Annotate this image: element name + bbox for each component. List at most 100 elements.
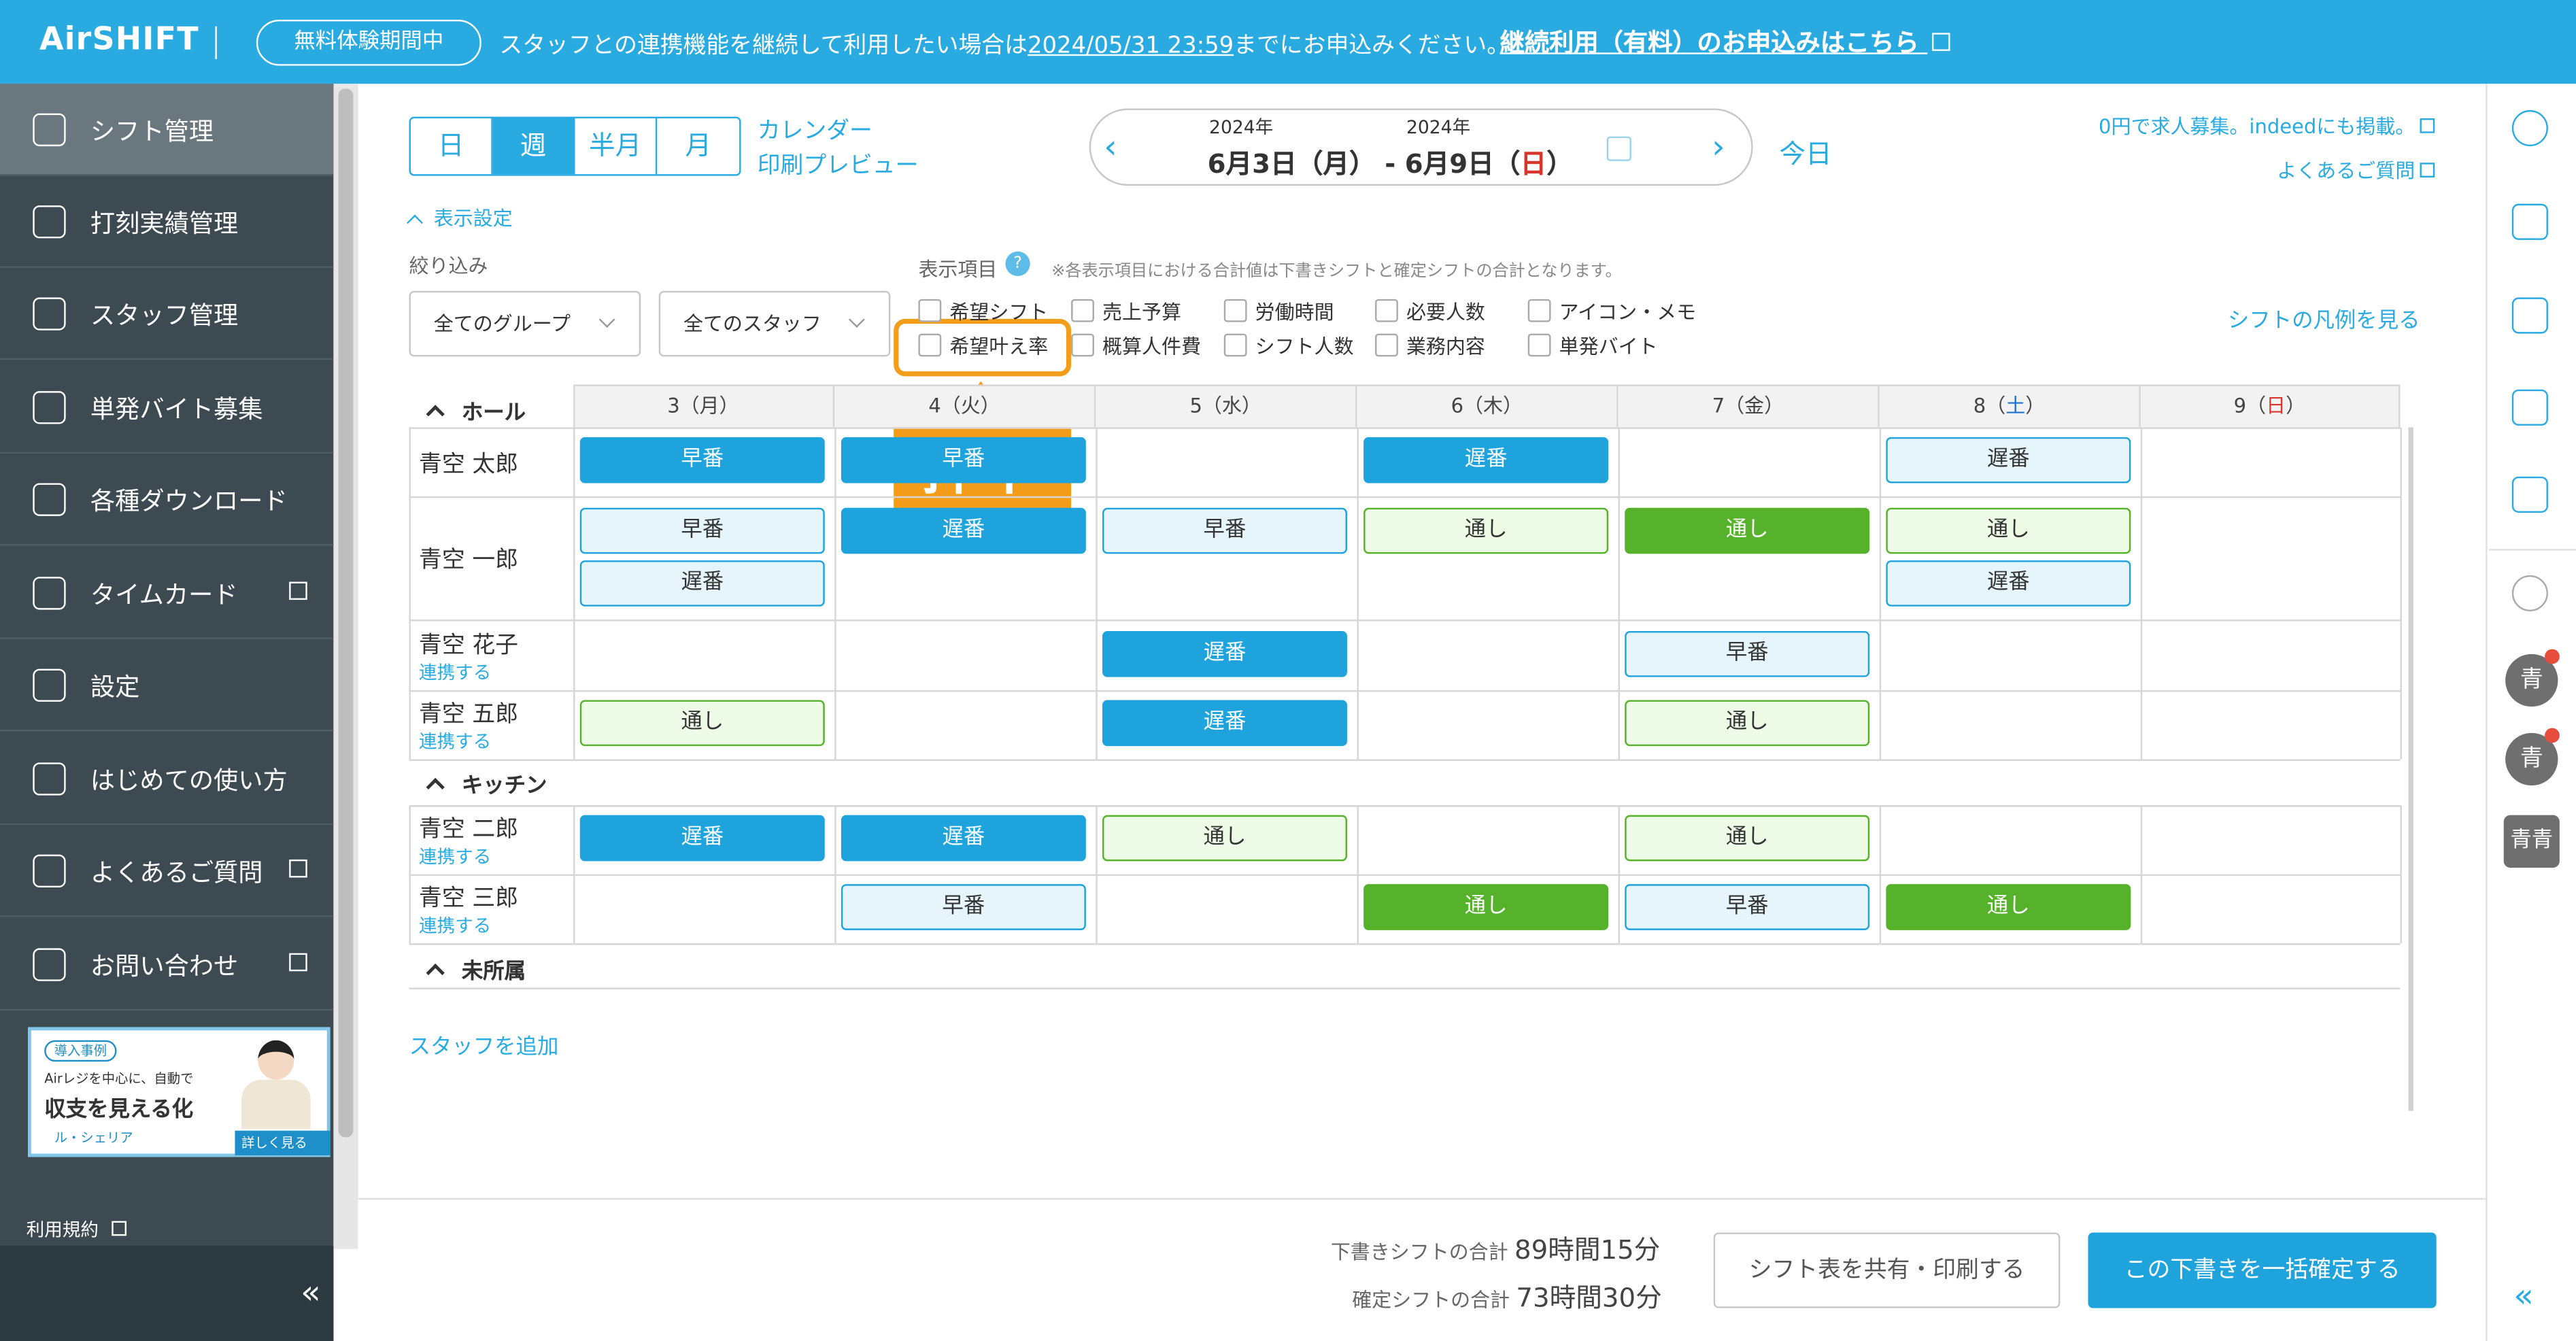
shift-block[interactable]: 遅番 (1102, 700, 1347, 747)
shift-block[interactable]: 通し (579, 700, 825, 747)
link-staff-link[interactable]: 連携する (419, 659, 491, 685)
sidebar-item-0[interactable]: シフト管理 (0, 84, 334, 176)
shift-block[interactable]: 通し (1102, 815, 1347, 862)
prev-week-button[interactable]: ‹ (1104, 126, 1136, 169)
shift-block[interactable]: 早番 (841, 884, 1086, 930)
checkbox-row1-1[interactable] (1071, 299, 1094, 322)
checkbox-row2-1[interactable] (1071, 333, 1094, 357)
shift-block[interactable]: 通し (1625, 507, 1870, 554)
checkbox-row2-0[interactable] (918, 333, 942, 357)
shift-block[interactable]: 早番 (841, 437, 1086, 483)
shift-block[interactable]: 遅番 (1886, 437, 2131, 483)
group-select[interactable]: 全てのグループ (409, 290, 641, 357)
sidebar-item-2[interactable]: スタッフ管理 (0, 268, 334, 360)
view-tab-3[interactable]: 月 (657, 118, 739, 174)
view-tab-1[interactable]: 週 (492, 118, 575, 175)
doc-check-icon[interactable] (2511, 297, 2548, 334)
avatar[interactable]: 青青 (2503, 815, 2560, 868)
shift-block[interactable]: 遅番 (841, 507, 1086, 554)
sidebar-item-3[interactable]: 単発バイト募集 (0, 362, 334, 454)
view-tab-2[interactable]: 半月 (575, 118, 658, 175)
shift-block[interactable]: 早番 (579, 437, 825, 483)
staff-name[interactable]: 青空 五郎 (419, 697, 518, 730)
day-header-1: 4（火） (834, 386, 1096, 428)
group-row-2[interactable]: 未所属 (426, 953, 526, 985)
sidebar-collapse-button[interactable]: « (0, 1245, 334, 1341)
checkbox-row2-3[interactable] (1375, 333, 1398, 357)
checkbox-row2-2[interactable] (1223, 333, 1247, 357)
hourglass-doc-icon[interactable] (2511, 389, 2548, 426)
link-staff-link[interactable]: 連携する (419, 843, 491, 870)
checkbox-row1-4[interactable] (1527, 299, 1551, 322)
shift-block[interactable]: 遅番 (841, 815, 1086, 862)
staff-name[interactable]: 青空 太郎 (419, 447, 518, 479)
page-scrollbar[interactable] (2408, 427, 2413, 1111)
shift-block[interactable]: 通し (1886, 884, 2131, 930)
shift-block[interactable]: 早番 (1625, 884, 1870, 930)
link-staff-link[interactable]: 連携する (419, 728, 491, 755)
shift-block[interactable]: 通し (1886, 507, 2131, 554)
staff-name[interactable]: 青空 二郎 (419, 812, 518, 845)
sidebar-item-1[interactable]: 打刻実績管理 (0, 176, 334, 268)
recruit-link[interactable]: 0円で求人募集。indeedにも掲載。 (2099, 112, 2435, 139)
sidebar-item-label: スタッフ管理 (90, 301, 239, 330)
checkbox-row1-2[interactable] (1223, 299, 1247, 322)
filter-label: 絞り込み (409, 254, 488, 278)
staff-select[interactable]: 全てのスタッフ (658, 290, 891, 357)
share-print-button[interactable]: シフト表を共有・印刷する (1713, 1232, 2061, 1308)
shift-block[interactable]: 早番 (579, 507, 825, 554)
gear-icon (33, 668, 66, 702)
confirm-all-button[interactable]: この下書きを一括確定する (2088, 1232, 2437, 1308)
sidebar-item-label: 打刻実績管理 (90, 208, 239, 239)
shift-block[interactable]: 通し (1625, 700, 1870, 747)
checkbox-row2-4[interactable] (1527, 333, 1551, 357)
date-end-prefix: 6月9日（ (1404, 148, 1521, 180)
shift-block[interactable]: 早番 (1625, 631, 1870, 677)
shift-legend-link[interactable]: シフトの凡例を見る (2228, 303, 2420, 333)
shift-block[interactable]: 遅番 (1886, 560, 2131, 607)
terms-link[interactable]: 利用規約 (27, 1216, 126, 1242)
staff-name[interactable]: 青空 花子 (419, 628, 518, 660)
staff-name[interactable]: 青空 一郎 (419, 543, 518, 575)
sidebar-item-4[interactable]: 各種ダウンロード (0, 454, 334, 546)
shift-block[interactable]: 通し (1363, 884, 1609, 930)
display-settings-toggle[interactable]: 表示設定 (407, 204, 513, 232)
today-button[interactable]: 今日 (1779, 131, 1831, 171)
staff-name[interactable]: 青空 三郎 (419, 881, 518, 913)
next-week-button[interactable]: › (1712, 126, 1744, 169)
shift-block[interactable]: 通し (1625, 815, 1870, 862)
shift-block[interactable]: 通し (1363, 507, 1609, 554)
header-left-border (573, 384, 575, 429)
right-rail-collapse-button[interactable]: « (2513, 1275, 2534, 1314)
sidebar-item-5[interactable]: タイムカード (0, 547, 334, 640)
shift-block[interactable]: 遅番 (579, 560, 825, 607)
view-tab-0[interactable]: 日 (411, 118, 493, 175)
checkbox-row1-0[interactable] (918, 299, 942, 322)
shift-block[interactable]: 早番 (1102, 507, 1347, 554)
add-user-icon[interactable] (2511, 203, 2548, 240)
chat-icon[interactable] (2511, 575, 2548, 612)
calendar-print-preview-link[interactable]: カレンダー 印刷プレビュー (758, 115, 919, 184)
sidebar-item-9[interactable]: お問い合わせ (0, 919, 334, 1011)
sidebar-item-6[interactable]: 設定 (0, 639, 334, 732)
shift-check-icon[interactable] (2511, 476, 2548, 513)
continue-subscription-link[interactable]: 継続利用（有料）のお申込みはこちら (1500, 24, 1951, 59)
shift-block[interactable]: 遅番 (579, 815, 825, 862)
shift-block[interactable]: 遅番 (1102, 631, 1347, 677)
shift-block[interactable]: 遅番 (1363, 437, 1609, 483)
add-staff-link[interactable]: スタッフを追加 (409, 1029, 559, 1060)
info-icon[interactable] (2511, 109, 2548, 147)
airshift-logo[interactable]: AirSHIFT (39, 21, 199, 57)
help-icon[interactable]: ? (1005, 251, 1030, 277)
group-row-1[interactable]: キッチン (426, 768, 547, 799)
checkbox-row1-3[interactable] (1375, 299, 1398, 322)
ad-more-button[interactable]: 詳しく見る (235, 1130, 331, 1155)
faq-link[interactable]: よくあるご質問 (2277, 156, 2435, 184)
sidebar-item-7[interactable]: はじめての使い方 (0, 733, 334, 826)
link-staff-link[interactable]: 連携する (419, 912, 491, 938)
sidebar-scroll-thumb[interactable] (338, 88, 354, 1138)
sidebar-item-8[interactable]: よくあるご質問 (0, 825, 334, 917)
group-row-0[interactable]: ホール (426, 394, 526, 426)
calendar-icon[interactable] (1606, 136, 1631, 161)
ad-banner-case-study[interactable]: 導入事例 Airレジを中心に、自動で 収支を見える化 ル・シェリア 詳しく見る (28, 1027, 331, 1157)
